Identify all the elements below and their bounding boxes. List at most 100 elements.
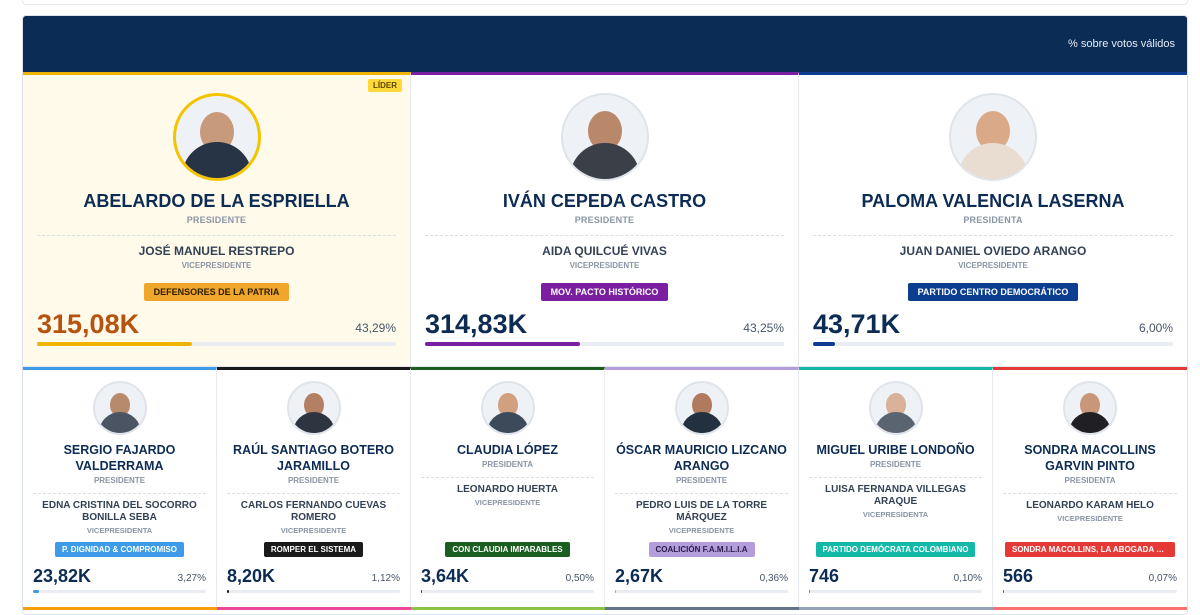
vp-name: PEDRO LUIS DE LA TORRE MÁRQUEZ — [635, 500, 768, 523]
vp-name: JUAN DANIEL OVIEDO ARANGO — [899, 244, 1087, 258]
candidate-card-small[interactable]: SONDRA MACOLLINS GARVIN PINTO PRESIDENTA… — [993, 367, 1187, 607]
divider — [425, 235, 784, 236]
vote-count: 566 — [1003, 566, 1034, 586]
vote-count: 8,20K — [227, 566, 276, 586]
leader-badge: LÍDER — [368, 79, 402, 92]
vote-count: 314,83K — [425, 309, 528, 339]
vote-count: 3,64K — [421, 566, 470, 586]
vote-percentage: 0,50% — [565, 573, 594, 584]
candidate-role: PRESIDENTE — [574, 215, 635, 225]
vp-name: LEONARDO KARAM HELO — [1026, 500, 1154, 511]
candidate-card-small[interactable]: CLAUDIA LÓPEZ PRESIDENTA LEONARDO HUERTA… — [411, 367, 605, 607]
divider — [33, 493, 206, 494]
candidate-card-main[interactable]: PALOMA VALENCIA LASERNA PRESIDENTA JUAN … — [799, 72, 1187, 366]
results-panel: % sobre votos válidos LÍDER ABELARDO DE … — [22, 15, 1188, 615]
next-card-edge — [23, 607, 217, 613]
vote-count: 23,82K — [33, 566, 92, 586]
next-card-edge — [993, 607, 1187, 613]
vote-share-bar — [813, 342, 1173, 346]
vote-percentage: 3,27% — [177, 573, 206, 584]
candidate-name: IVÁN CEPEDA CASTRO — [502, 191, 707, 211]
candidate-card-small[interactable]: ÓSCAR MAURICIO LIZCANO ARANGO PRESIDENTE… — [605, 367, 799, 607]
candidate-role: PRESIDENTE — [287, 476, 340, 485]
vote-share-bar — [809, 590, 982, 593]
candidate-card-small[interactable]: RAÚL SANTIAGO BOTERO JARAMILLO PRESIDENT… — [217, 367, 411, 607]
vote-percentage: 6,00% — [1138, 321, 1173, 335]
panel-header: % sobre votos válidos — [23, 16, 1187, 72]
next-card-edge — [411, 607, 605, 613]
vp-role: VICEPRESIDENTE — [668, 526, 735, 535]
candidate-photo — [560, 93, 649, 181]
candidate-name: CLAUDIA LÓPEZ — [457, 443, 558, 457]
party-badge: PARTIDO DEMÓCRATA COLOMBIANO — [815, 542, 976, 557]
party-badge: PARTIDO CENTRO DEMOCRÁTICO — [907, 283, 1079, 301]
vote-share-bar — [425, 342, 784, 346]
previous-panel-edge — [22, 0, 1188, 5]
vp-role: VICEPRESIDENTE — [474, 498, 541, 507]
candidate-name: SERGIO FAJARDO VALDERRAMA — [63, 443, 176, 473]
vote-share-bar — [421, 590, 594, 593]
main-candidates-row: LÍDER ABELARDO DE LA ESPRIELLA PRESIDENT… — [23, 72, 1187, 367]
candidate-name: MIGUEL URIBE LONDOÑO — [816, 443, 975, 457]
candidate-photo — [286, 381, 341, 435]
vote-share-bar — [1003, 590, 1177, 593]
candidate-card-small[interactable]: SERGIO FAJARDO VALDERRAMA PRESIDENTE EDN… — [23, 367, 217, 607]
vp-name: CARLOS FERNANDO CUEVAS ROMERO — [240, 500, 387, 523]
next-card-edge — [605, 607, 799, 613]
vp-role: VICEPRESIDENTA — [862, 510, 929, 519]
candidate-role: PRESIDENTA — [963, 215, 1023, 225]
divider — [37, 235, 396, 236]
candidate-name: RAÚL SANTIAGO BOTERO JARAMILLO — [233, 443, 394, 473]
candidate-name: ABELARDO DE LA ESPRIELLA — [83, 191, 350, 211]
candidate-role: PRESIDENTE — [93, 476, 146, 485]
divider — [227, 493, 400, 494]
vp-name: JOSÉ MANUEL RESTREPO — [138, 244, 295, 258]
party-badge: DEFENSORES DE LA PATRIA — [143, 283, 290, 301]
divider — [809, 477, 982, 478]
next-card-edge — [799, 607, 993, 613]
candidate-role: PRESIDENTE — [869, 460, 922, 469]
vote-count: 746 — [809, 566, 840, 586]
valid-votes-note: % sobre votos válidos — [1068, 38, 1175, 50]
divider — [615, 493, 788, 494]
candidate-role: PRESIDENTA — [1064, 476, 1116, 485]
candidate-name: ÓSCAR MAURICIO LIZCANO ARANGO — [616, 443, 787, 473]
vp-name: LUISA FERNANDA VILLEGAS ARAQUE — [825, 484, 966, 507]
vp-role: VICEPRESIDENTE — [958, 261, 1028, 270]
candidate-photo — [949, 93, 1037, 181]
vote-percentage: 1,12% — [371, 573, 400, 584]
vp-role: VICEPRESIDENTE — [1057, 514, 1123, 523]
next-row-preview — [23, 607, 1187, 613]
candidate-card-main[interactable]: LÍDER ABELARDO DE LA ESPRIELLA PRESIDENT… — [23, 72, 411, 366]
next-card-edge — [217, 607, 411, 613]
candidate-role: PRESIDENTE — [186, 215, 247, 225]
other-candidates-row: SERGIO FAJARDO VALDERRAMA PRESIDENTE EDN… — [23, 367, 1187, 607]
candidate-photo — [92, 381, 147, 435]
candidate-photo — [868, 381, 923, 435]
party-badge: ROMPER EL SISTEMA — [263, 542, 364, 557]
party-badge: MOV. PACTO HISTÓRICO — [540, 283, 669, 301]
vote-percentage: 0,07% — [1148, 573, 1177, 584]
vote-count: 43,71K — [813, 309, 901, 339]
candidate-photo — [172, 93, 261, 181]
candidate-photo — [674, 381, 729, 435]
candidate-photo — [480, 381, 535, 435]
candidate-card-main[interactable]: IVÁN CEPEDA CASTRO PRESIDENTE AIDA QUILC… — [411, 72, 799, 366]
vote-percentage: 0,10% — [953, 573, 982, 584]
party-badge: CON CLAUDIA IMPARABLES — [445, 542, 570, 557]
vp-name: EDNA CRISTINA DEL SOCORRO BONILLA SEBA — [42, 500, 197, 523]
party-badge: COALICIÓN F.A.M.I.L.I.A — [648, 542, 755, 557]
vote-percentage: 43,29% — [355, 321, 396, 335]
vote-share-bar — [227, 590, 400, 593]
vote-count: 2,67K — [615, 566, 664, 586]
vote-share-bar — [33, 590, 206, 593]
divider — [421, 477, 594, 478]
candidate-card-small[interactable]: MIGUEL URIBE LONDOÑO PRESIDENTE LUISA FE… — [799, 367, 993, 607]
vote-percentage: 0,36% — [759, 573, 788, 584]
vp-role: VICEPRESIDENTA — [86, 526, 153, 535]
vote-count: 315,08K — [37, 309, 140, 339]
divider — [1003, 493, 1177, 494]
vp-role: VICEPRESIDENTE — [181, 261, 252, 270]
party-badge: P. DIGNIDAD & COMPROMISO — [55, 542, 184, 557]
candidate-role: PRESIDENTA — [482, 460, 533, 469]
